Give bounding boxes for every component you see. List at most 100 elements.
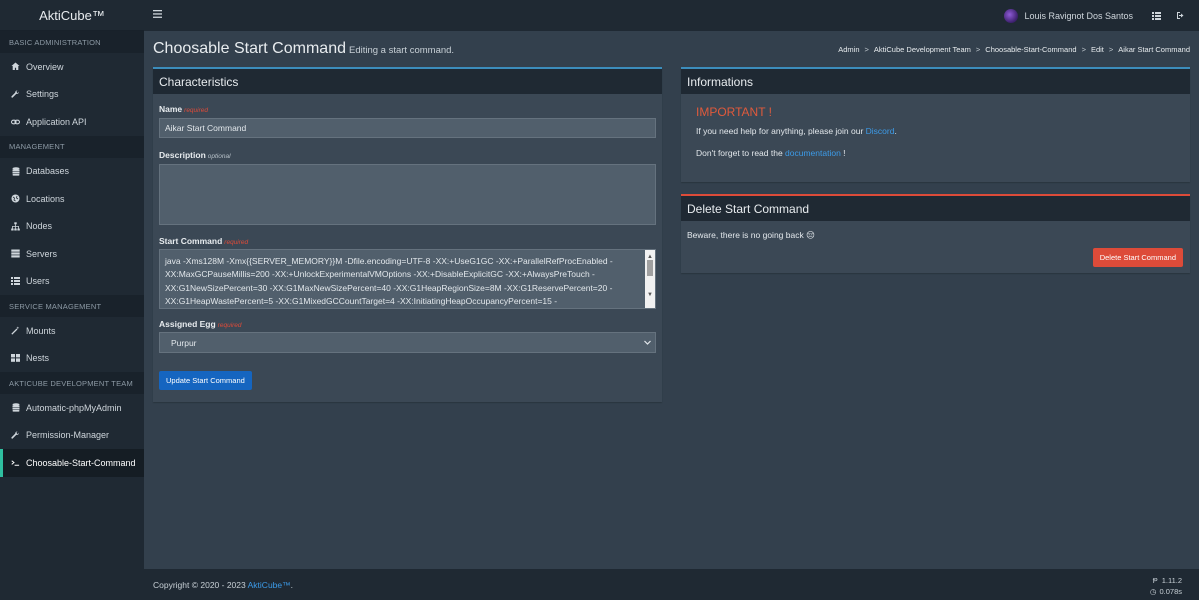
start-command-label: Start Command required	[159, 236, 656, 246]
egg-label: Assigned Egg required	[159, 319, 656, 329]
user-area: Louis Ravignot Dos Santos	[1004, 0, 1199, 31]
docs-suffix: !	[840, 148, 846, 158]
wrench-icon	[11, 90, 20, 99]
sidebar-item-label: Databases	[26, 166, 70, 177]
server-icon	[11, 249, 20, 258]
version-text: 1.11.2	[1161, 576, 1182, 585]
avatar[interactable]	[1004, 8, 1019, 23]
delete-header: Delete Start Command	[681, 196, 1190, 221]
sitemap-icon	[11, 222, 20, 231]
sidebar-item-permission-manager[interactable]: Permission-Manager	[0, 422, 144, 450]
sidebar-item-overview[interactable]: Overview	[0, 53, 144, 81]
database-icon	[11, 403, 20, 412]
description-label-text: Description	[159, 150, 206, 160]
sidebar-item-label: Choosable-Start-Command	[26, 457, 136, 468]
chevron-down-icon	[644, 338, 651, 348]
sidebar-section-header: BASIC ADMINISTRATION	[0, 31, 144, 53]
optional-tag: optional	[207, 153, 231, 160]
page-title-text: Choosable Start Command	[153, 40, 346, 57]
required-tag: required	[217, 322, 242, 329]
start-command-text: java -Xms128M -Xmx{{SERVER_MEMORY}}M -Df…	[165, 256, 613, 306]
copyright-suffix: .	[290, 580, 294, 590]
sidebar-nav: BASIC ADMINISTRATION Overview Settings Appl…	[0, 31, 144, 477]
start-command-label-text: Start Command	[159, 236, 223, 246]
breadcrumb-item[interactable]: Edit	[1091, 45, 1104, 54]
breadcrumb-item: Aikar Start Command	[1118, 45, 1190, 54]
start-command-textarea[interactable]: java -Xms128M -Xmx{{SERVER_MEMORY}}M -Df…	[159, 249, 656, 309]
render-time: 0.078s	[1159, 587, 1182, 596]
update-start-command-button[interactable]: Update Start Command	[159, 371, 252, 390]
sidebar-item-application-api[interactable]: Application API	[0, 108, 144, 136]
pterodactyl-icon: Ᵽ	[1152, 576, 1158, 585]
informations-header: Informations	[681, 69, 1190, 94]
sidebar-item-nodes[interactable]: Nodes	[0, 213, 144, 241]
terminal-icon	[11, 458, 20, 467]
th-large-icon	[11, 354, 20, 363]
users-icon	[11, 277, 20, 286]
database-icon	[11, 166, 20, 176]
home-icon	[11, 62, 20, 71]
egg-select-value: Purpur	[171, 337, 197, 348]
sidebar-item-label: Overview	[26, 61, 64, 72]
topbar: Louis Ravignot Dos Santos	[144, 0, 1199, 31]
characteristics-header: Characteristics	[153, 69, 662, 94]
name-label: Name required	[159, 104, 656, 114]
egg-label-text: Assigned Egg	[159, 319, 216, 329]
required-tag: required	[224, 239, 249, 246]
page-title: Choosable Start Command Editing a start c…	[153, 40, 454, 58]
sidebar-item-settings[interactable]: Settings	[0, 81, 144, 109]
sidebar-item-users[interactable]: Users	[0, 268, 144, 296]
scrollbar-thumb[interactable]	[647, 260, 653, 276]
sidebar-item-label: Application API	[26, 116, 87, 127]
sidebar-item-label: Permission-Manager	[26, 430, 110, 441]
delete-warning: Beware, there is no going back 😔	[687, 230, 815, 240]
copyright-text: Copyright © 2020 - 2023	[153, 580, 248, 590]
documentation-link[interactable]: documentation	[785, 148, 841, 158]
sidebar-item-choosable-start-command[interactable]: Choosable-Start-Command	[0, 449, 144, 477]
footer: Copyright © 2020 - 2023 AktiCube™. Ᵽ 1.11…	[144, 569, 1199, 600]
sidebar-item-locations[interactable]: Locations	[0, 185, 144, 213]
name-input[interactable]: Aikar Start Command	[159, 118, 656, 138]
sidebar-item-databases[interactable]: Databases	[0, 158, 144, 186]
help-prefix: If you need help for anything, please jo…	[696, 126, 866, 136]
wrench-icon	[11, 431, 20, 440]
footer-copyright: Copyright © 2020 - 2023 AktiCube™.	[153, 580, 293, 590]
characteristics-box: Characteristics Name required Aikar Start…	[153, 67, 662, 402]
breadcrumb-item[interactable]: AktiCube Development Team	[874, 45, 971, 54]
breadcrumb-separator: >	[1108, 45, 1114, 54]
discord-link[interactable]: Discord	[866, 126, 895, 136]
docs-text: Don't forget to read the documentation !	[696, 148, 1175, 158]
sidebar-section-header: AKTICUBE DEVELOPMENT TEAM	[0, 372, 144, 394]
sidebar: AktiCube™ BASIC ADMINISTRATION Overview Se…	[0, 0, 144, 600]
sign-out-icon[interactable]	[1175, 11, 1185, 21]
breadcrumb-item[interactable]: Choosable-Start-Command	[985, 45, 1076, 54]
sidebar-item-label: Locations	[26, 193, 65, 204]
username[interactable]: Louis Ravignot Dos Santos	[1024, 11, 1133, 21]
sidebar-item-label: Automatic-phpMyAdmin	[26, 402, 122, 413]
description-label: Description optional	[159, 150, 656, 160]
name-label-text: Name	[159, 104, 183, 114]
breadcrumb-separator: >	[975, 45, 981, 54]
required-tag: required	[184, 107, 209, 114]
help-suffix: .	[894, 126, 897, 136]
description-textarea[interactable]	[159, 164, 656, 225]
sidebar-item-servers[interactable]: Servers	[0, 240, 144, 268]
scroll-down-icon[interactable]: ▼	[647, 289, 653, 302]
brand-logo[interactable]: AktiCube™	[0, 0, 144, 31]
magic-icon	[11, 326, 20, 335]
sidebar-item-mounts[interactable]: Mounts	[0, 317, 144, 345]
sidebar-item-label: Users	[26, 276, 50, 287]
clock-icon: ◷	[1149, 587, 1157, 596]
textarea-scrollbar[interactable]: ▲ ▼	[645, 250, 655, 308]
important-heading: IMPORTANT !	[696, 105, 773, 119]
sidebar-item-automatic-phpmyadmin[interactable]: Automatic-phpMyAdmin	[0, 394, 144, 422]
menu-toggle-icon[interactable]	[153, 10, 163, 21]
sidebar-item-label: Nodes	[26, 221, 53, 232]
sidebar-item-nests[interactable]: Nests	[0, 345, 144, 373]
egg-select[interactable]: Purpur	[159, 332, 656, 353]
delete-start-command-button[interactable]: Delete Start Command	[1092, 248, 1183, 267]
sidebar-item-label: Settings	[26, 89, 59, 100]
akticube-link[interactable]: AktiCube™	[248, 580, 291, 590]
breadcrumb-item[interactable]: Admin	[838, 45, 859, 54]
server-list-icon[interactable]	[1151, 11, 1161, 21]
